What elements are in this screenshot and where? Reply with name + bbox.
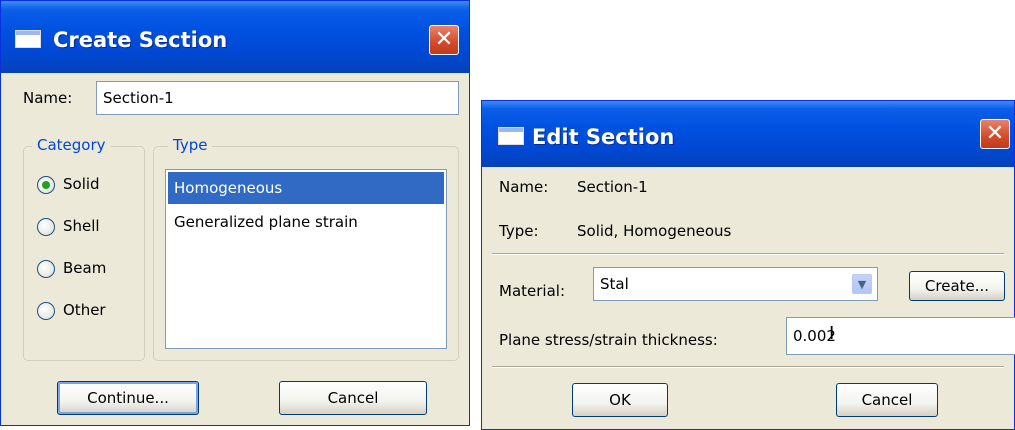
type-value: Solid, Homogeneous (577, 222, 732, 240)
create-section-title: Create Section (53, 28, 228, 52)
edit-section-dialog: Edit Section ✕ Name: Section-1 Type: Sol… (481, 100, 1015, 430)
type-label: Type: (499, 222, 539, 240)
close-icon[interactable]: ✕ (980, 119, 1010, 149)
edit-section-titlebar[interactable]: Edit Section ✕ (482, 101, 1014, 167)
create-section-titlebar[interactable]: Create Section ✕ (1, 1, 469, 73)
cancel-button[interactable]: Cancel (279, 381, 427, 415)
name-label: Name: (499, 178, 549, 196)
radio-other[interactable] (37, 302, 55, 320)
material-label: Material: (499, 282, 565, 300)
thickness-input[interactable]: 0.002 (786, 317, 1015, 355)
radio-beam[interactable] (37, 260, 55, 278)
material-select[interactable]: Stal (593, 267, 878, 301)
window-icon (498, 127, 524, 145)
name-label: Name: (23, 89, 73, 107)
text-cursor-icon: I (829, 323, 835, 344)
radio-beam-label[interactable]: Beam (63, 259, 106, 277)
radio-solid[interactable] (37, 176, 55, 194)
radio-solid-label[interactable]: Solid (63, 175, 100, 193)
type-item-homogeneous[interactable]: Homogeneous (168, 172, 444, 204)
create-material-button[interactable]: Create... (909, 271, 1005, 301)
name-input[interactable]: Section-1 (96, 81, 459, 115)
create-section-dialog: Create Section ✕ Name: Section-1 Categor… (0, 0, 470, 426)
type-legend: Type (168, 136, 213, 154)
category-legend: Category (32, 136, 111, 154)
cancel-button[interactable]: Cancel (836, 383, 938, 417)
separator (492, 253, 1004, 255)
radio-shell-label[interactable]: Shell (63, 217, 100, 235)
chevron-down-icon[interactable]: ▼ (852, 274, 872, 294)
type-item-generalized-plane-strain[interactable]: Generalized plane strain (168, 206, 444, 238)
thickness-label: Plane stress/strain thickness: (499, 331, 718, 349)
radio-other-label[interactable]: Other (63, 301, 106, 319)
separator (492, 366, 1004, 368)
name-value: Section-1 (577, 178, 648, 196)
type-listbox[interactable]: Homogeneous Generalized plane strain (165, 169, 447, 349)
radio-shell[interactable] (37, 218, 55, 236)
edit-section-title: Edit Section (532, 125, 675, 149)
ok-button[interactable]: OK (572, 383, 668, 417)
window-icon (15, 30, 41, 48)
close-icon[interactable]: ✕ (429, 25, 459, 55)
continue-button[interactable]: Continue... (57, 381, 199, 415)
